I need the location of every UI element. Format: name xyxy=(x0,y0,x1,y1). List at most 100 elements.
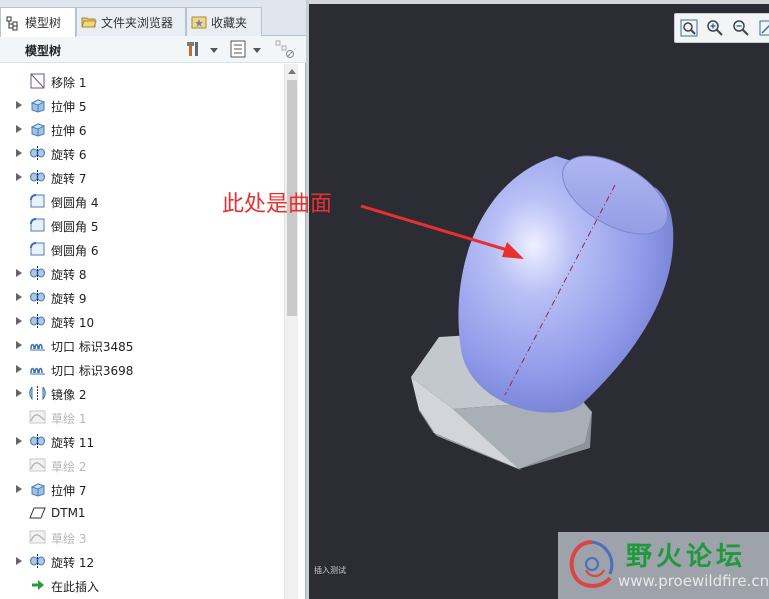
zoom-in-icon[interactable] xyxy=(705,18,725,38)
folder-browser-icon xyxy=(81,14,97,30)
sketch-icon xyxy=(29,409,46,425)
watermark-url: www.proewildfire.cn xyxy=(618,572,769,590)
tree-row[interactable]: 在此插入 xyxy=(0,573,282,597)
extrude-icon xyxy=(29,481,46,497)
sketch-icon xyxy=(29,529,46,545)
tree-scrollbar[interactable] xyxy=(284,64,298,599)
expand-arrow-icon[interactable] xyxy=(16,173,22,181)
tree-row-label: 倒圆角 5 xyxy=(51,220,99,234)
expand-arrow-icon[interactable] xyxy=(16,317,22,325)
tree-row-label: 在此插入 xyxy=(51,580,100,594)
tree-row-label: 倒圆角 6 xyxy=(51,244,99,258)
tab-folder-browser[interactable]: 文件夹浏览器 xyxy=(76,7,186,36)
tree-row[interactable]: 草绘 3 xyxy=(0,525,282,549)
revolve-icon xyxy=(29,265,46,281)
revolve-icon xyxy=(29,553,46,569)
tree-row[interactable]: 旋转 12 xyxy=(0,549,282,573)
tree-row[interactable]: 拉伸 7 xyxy=(0,477,282,501)
tree-row-label: DTM1 xyxy=(51,506,86,520)
tree-row-label: 草绘 3 xyxy=(51,532,87,546)
round-icon xyxy=(29,193,46,209)
insert-here-icon xyxy=(29,577,46,593)
zoom-fit-icon[interactable] xyxy=(679,18,699,38)
tree-row-label: 镜像 2 xyxy=(51,388,87,402)
tree-row-label: 倒圆角 4 xyxy=(51,196,99,210)
tree-header: 模型树 xyxy=(0,36,306,63)
tree-row-label: 旋转 7 xyxy=(51,172,87,186)
expand-arrow-icon[interactable] xyxy=(16,557,22,565)
tree-row-label: 切口 标识3698 xyxy=(51,364,134,378)
graphics-viewport[interactable]: 此处是曲面 插入测试 野火论坛 www.proewildfire.cn xyxy=(222,0,769,599)
tab-label: 收藏夹 xyxy=(211,15,248,30)
3d-model[interactable] xyxy=(309,0,769,599)
tree-row[interactable]: 旋转 6 xyxy=(0,141,282,165)
expand-arrow-icon[interactable] xyxy=(16,437,22,445)
revolve-icon xyxy=(29,433,46,449)
extrude-icon xyxy=(29,121,46,137)
expand-arrow-icon[interactable] xyxy=(16,101,22,109)
annotation-text: 此处是曲面 xyxy=(222,192,333,217)
tree-row[interactable]: 切口 标识3698 xyxy=(0,357,282,381)
round-icon xyxy=(29,217,46,233)
revolve-icon xyxy=(29,313,46,329)
tab-favorites[interactable]: 收藏夹 xyxy=(186,7,262,36)
revolve-icon xyxy=(29,145,46,161)
tree-title: 模型树 xyxy=(25,44,62,58)
model-tree-panel: 模型树 文件夹浏览器 收藏夹 模型树 移除 1 拉伸 5 拉伸 6 旋转 6 旋… xyxy=(0,0,306,599)
tab-model-tree[interactable]: 模型树 xyxy=(0,7,76,37)
tree-settings-button[interactable] xyxy=(186,40,218,60)
panel-tab-bar: 模型树 文件夹浏览器 收藏夹 xyxy=(0,0,306,37)
tree-filter-button[interactable] xyxy=(275,40,295,60)
forum-logo-icon xyxy=(569,540,614,588)
expand-arrow-icon[interactable] xyxy=(16,125,22,133)
cut-icon xyxy=(29,361,46,377)
expand-arrow-icon[interactable] xyxy=(16,293,22,301)
tree-row[interactable]: 切口 标识3485 xyxy=(0,333,282,357)
status-text: 插入测试 xyxy=(314,566,346,575)
expand-arrow-icon[interactable] xyxy=(16,149,22,157)
remove-icon xyxy=(29,73,46,89)
tree-row[interactable]: 移除 1 xyxy=(0,69,282,93)
tree-row-label: 拉伸 5 xyxy=(51,100,87,114)
tree-row[interactable]: 倒圆角 6 xyxy=(0,237,282,261)
revolve-icon xyxy=(29,289,46,305)
tree-row-label: 旋转 11 xyxy=(51,436,95,450)
tree-row[interactable]: 旋转 9 xyxy=(0,285,282,309)
tree-row-label: 拉伸 6 xyxy=(51,124,87,138)
tree-row-label: 草绘 2 xyxy=(51,460,87,474)
extrude-icon xyxy=(29,97,46,113)
tree-row[interactable]: DTM1 xyxy=(0,501,282,525)
tree-row-label: 旋转 9 xyxy=(51,292,87,306)
tree-row-label: 草绘 1 xyxy=(51,412,87,426)
watermark-title: 野火论坛 xyxy=(626,542,747,572)
tree-row[interactable]: 旋转 10 xyxy=(0,309,282,333)
tree-row[interactable]: 拉伸 5 xyxy=(0,93,282,117)
expand-arrow-icon[interactable] xyxy=(16,269,22,277)
tree-row-label: 移除 1 xyxy=(51,76,87,90)
barrel-body xyxy=(458,155,674,413)
tree-row[interactable]: 拉伸 6 xyxy=(0,117,282,141)
tree-row[interactable]: 草绘 2 xyxy=(0,453,282,477)
sketch-icon xyxy=(29,457,46,473)
expand-arrow-icon[interactable] xyxy=(16,485,22,493)
zoom-out-icon[interactable] xyxy=(731,18,751,38)
tree-display-button[interactable] xyxy=(229,40,261,60)
tree-row-label: 旋转 8 xyxy=(51,268,87,282)
scroll-up-icon[interactable] xyxy=(288,69,296,74)
tree-row[interactable]: 旋转 11 xyxy=(0,429,282,453)
model-tree-icon xyxy=(5,15,21,31)
expand-arrow-icon[interactable] xyxy=(16,389,22,397)
datum-plane-icon xyxy=(29,505,46,521)
round-icon xyxy=(29,241,46,257)
tree-row[interactable]: 镜像 2 xyxy=(0,381,282,405)
expand-arrow-icon[interactable] xyxy=(16,365,22,373)
expand-arrow-icon[interactable] xyxy=(16,341,22,349)
tree-row[interactable]: 草绘 1 xyxy=(0,405,282,429)
view-icon[interactable] xyxy=(757,18,769,38)
tree-row-label: 拉伸 7 xyxy=(51,484,87,498)
list-view-icon xyxy=(229,40,247,61)
cut-icon xyxy=(29,337,46,353)
favorites-icon xyxy=(191,14,207,30)
tree-row[interactable]: 旋转 8 xyxy=(0,261,282,285)
chevron-down-icon xyxy=(253,47,261,53)
